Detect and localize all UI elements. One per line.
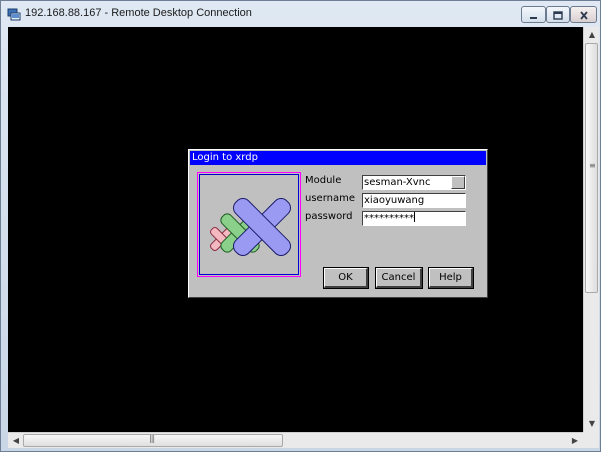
username-input[interactable]: xiaoyuwang [362, 193, 466, 208]
ok-button[interactable]: OK [323, 267, 369, 289]
scroll-down-icon[interactable]: ▼ [584, 416, 600, 432]
module-value: sesman-Xvnc [364, 177, 431, 188]
dropdown-button[interactable] [451, 176, 465, 189]
username-value: xiaoyuwang [364, 195, 425, 206]
module-select[interactable]: sesman-Xvnc [362, 175, 466, 190]
horizontal-scroll-thumb[interactable]: ||| [23, 434, 283, 447]
logo-frame [199, 174, 299, 275]
password-label: password [305, 211, 353, 222]
cancel-button[interactable]: Cancel [375, 267, 423, 289]
text-cursor [414, 212, 415, 222]
maximize-button[interactable] [546, 6, 570, 23]
remote-desktop-icon [7, 7, 21, 21]
close-icon [579, 5, 589, 24]
module-label: Module [305, 175, 342, 186]
scroll-left-icon[interactable]: ◀ [8, 433, 24, 449]
scroll-up-icon[interactable]: ▲ [584, 27, 600, 43]
username-label: username [305, 193, 355, 204]
xrdp-logo-icon [210, 197, 292, 257]
dialog-title[interactable]: Login to xrdp [190, 151, 486, 165]
window-title: 192.168.88.167 - Remote Desktop Connecti… [25, 7, 252, 19]
vertical-scrollbar[interactable]: ▲ ≡ ▼ [583, 27, 599, 432]
password-input[interactable]: ********** [362, 211, 466, 226]
minimize-icon [529, 5, 538, 24]
password-value: ********** [364, 213, 414, 224]
horizontal-scrollbar[interactable]: ◀ ||| ▶ [8, 432, 583, 448]
maximize-icon [553, 5, 563, 24]
scroll-right-icon[interactable]: ▶ [567, 433, 583, 449]
help-button[interactable]: Help [428, 267, 474, 289]
grip-icon: ≡ [589, 161, 596, 170]
xrdp-logo [197, 172, 301, 277]
close-button[interactable] [570, 6, 597, 23]
minimize-button[interactable] [521, 6, 546, 23]
window-titlebar[interactable]: 192.168.88.167 - Remote Desktop Connecti… [1, 1, 600, 27]
xrdp-login-dialog: Login to xrdp Module sesman-Xvnc usernam… [188, 149, 488, 298]
grip-icon: ||| [149, 434, 155, 443]
vertical-scroll-thumb[interactable]: ≡ [585, 43, 598, 293]
scrollbar-corner [583, 432, 599, 448]
